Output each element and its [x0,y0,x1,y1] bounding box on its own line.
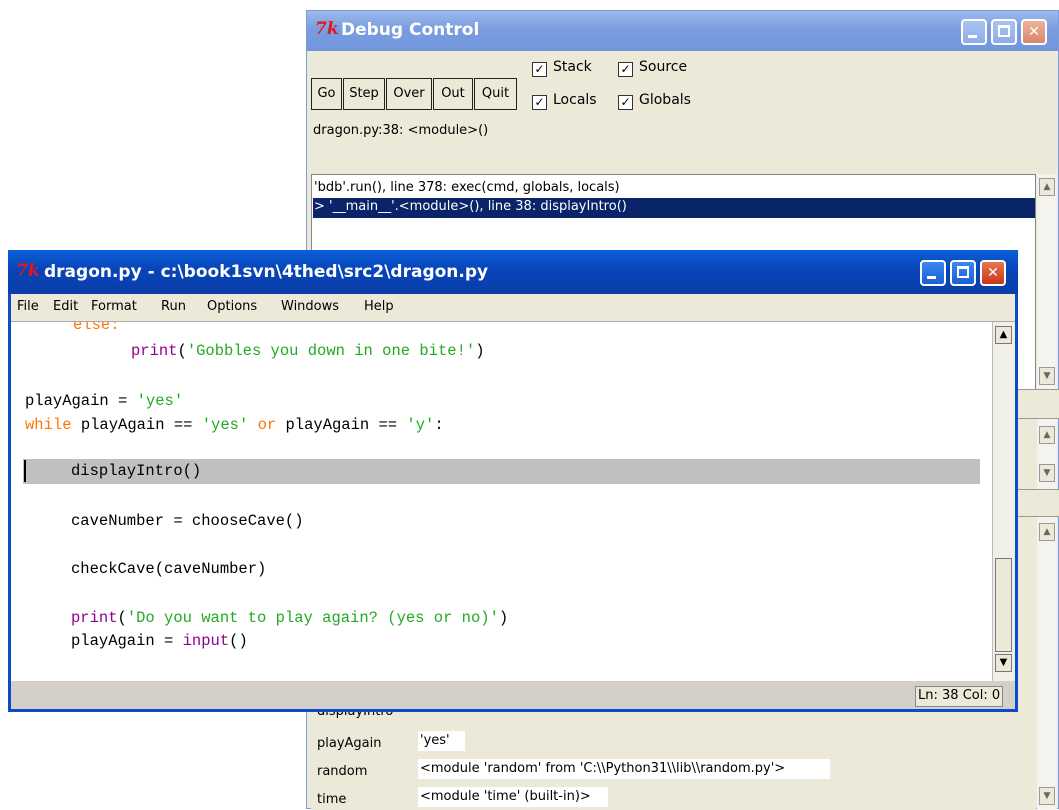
code-line: displayIntro() [71,462,202,480]
editor-scrollbar[interactable]: ▲ ▼ [992,322,1014,681]
code-line: print('Do you want to play again? (yes o… [71,609,509,627]
global-value-field[interactable]: <module 'time' (built-in)> [418,787,608,807]
over-button[interactable]: Over [386,78,432,110]
go-button[interactable]: Go [311,78,342,110]
scroll-down-arrow-icon[interactable]: ▼ [1039,367,1055,385]
global-name: playAgain [317,736,382,751]
maximize-icon[interactable] [950,260,976,286]
menu-windows[interactable]: Windows [281,299,339,314]
out-button[interactable]: Out [433,78,473,110]
menu-options[interactable]: Options [207,299,257,314]
code-line: checkCave(caveNumber) [71,560,267,578]
checkbox-check-icon: ✓ [532,62,547,77]
scroll-up-arrow-icon[interactable]: ▲ [1039,426,1055,444]
checkbox-check-icon: ✓ [618,95,633,110]
stack-checkbox[interactable]: ✓ Stack [532,59,592,77]
scroll-down-arrow-icon[interactable]: ▼ [1039,787,1055,805]
checkbox-check-icon: ✓ [618,62,633,77]
code-line: print('Gobbles you down in one bite!') [131,342,485,360]
scroll-up-arrow-icon[interactable]: ▲ [1039,178,1055,196]
debug-title-bar[interactable]: 7k Debug Control ✕ [307,11,1058,51]
maximize-icon[interactable] [991,19,1017,45]
scrollbar-thumb[interactable] [995,558,1012,652]
source-checkbox[interactable]: ✓ Source [618,59,687,77]
minimize-icon[interactable] [961,19,987,45]
text-cursor [24,460,26,482]
global-name: time [317,792,347,807]
current-location: dragon.py:38: <module>() [313,123,489,138]
status-bar: Ln: 38 Col: 0 [11,681,1015,709]
code-line: caveNumber = chooseCave() [71,512,304,530]
tk-logo-icon: 7k [315,19,339,39]
code-line: playAgain = 'yes' [25,392,184,410]
checkbox-check-icon: ✓ [532,95,547,110]
code-editor[interactable]: else: print('Gobbles you down in one bit… [11,322,992,681]
quit-button[interactable]: Quit [474,78,517,110]
pane-divider [1018,489,1059,517]
tk-logo-icon: 7k [16,261,40,281]
cursor-position: Ln: 38 Col: 0 [915,686,1004,707]
global-value-field[interactable]: <module 'random' from 'C:\\Python31\\lib… [418,759,830,779]
global-name: random [317,764,368,779]
globals-checkbox[interactable]: ✓ Globals [618,92,691,110]
column-number: Col: 0 [962,688,1001,703]
scroll-down-arrow-icon[interactable]: ▼ [995,654,1012,672]
globals-pane: displayIntro playAgain 'yes' random <mod… [311,701,1036,810]
scroll-up-arrow-icon[interactable]: ▲ [1039,523,1055,541]
menu-edit[interactable]: Edit [53,299,78,314]
editor-window-title: dragon.py - c:\book1svn\4thed\src2\drago… [44,262,489,282]
close-icon[interactable]: ✕ [1021,19,1047,45]
menu-run[interactable]: Run [161,299,186,314]
code-line: playAgain = input() [71,632,248,650]
global-value-field[interactable]: 'yes' [418,731,465,751]
close-icon[interactable]: ✕ [980,260,1006,286]
menu-help[interactable]: Help [364,299,394,314]
menu-bar: File Edit Format Run Options Windows Hel… [11,294,1015,322]
editor-window: 7k dragon.py - c:\book1svn\4thed\src2\dr… [8,250,1018,712]
scroll-down-arrow-icon[interactable]: ▼ [1039,464,1055,482]
debug-window-title: Debug Control [341,20,480,40]
step-button[interactable]: Step [343,78,385,110]
editor-title-bar[interactable]: 7k dragon.py - c:\book1svn\4thed\src2\dr… [8,250,1018,294]
minimize-icon[interactable] [920,260,946,286]
menu-file[interactable]: File [17,299,39,314]
scroll-up-arrow-icon[interactable]: ▲ [995,326,1012,344]
locals-checkbox[interactable]: ✓ Locals [532,92,597,110]
stack-entry-selected[interactable]: > '__main__'.<module>(), line 38: displa… [313,198,1035,218]
pane-divider [1018,389,1059,419]
code-line: while playAgain == 'yes' or playAgain ==… [25,416,444,434]
line-number: Ln: 38 [918,688,959,703]
menu-format[interactable]: Format [91,299,137,314]
stack-entry[interactable]: 'bdb'.run(), line 378: exec(cmd, globals… [314,180,620,195]
code-line: else: [73,322,120,334]
